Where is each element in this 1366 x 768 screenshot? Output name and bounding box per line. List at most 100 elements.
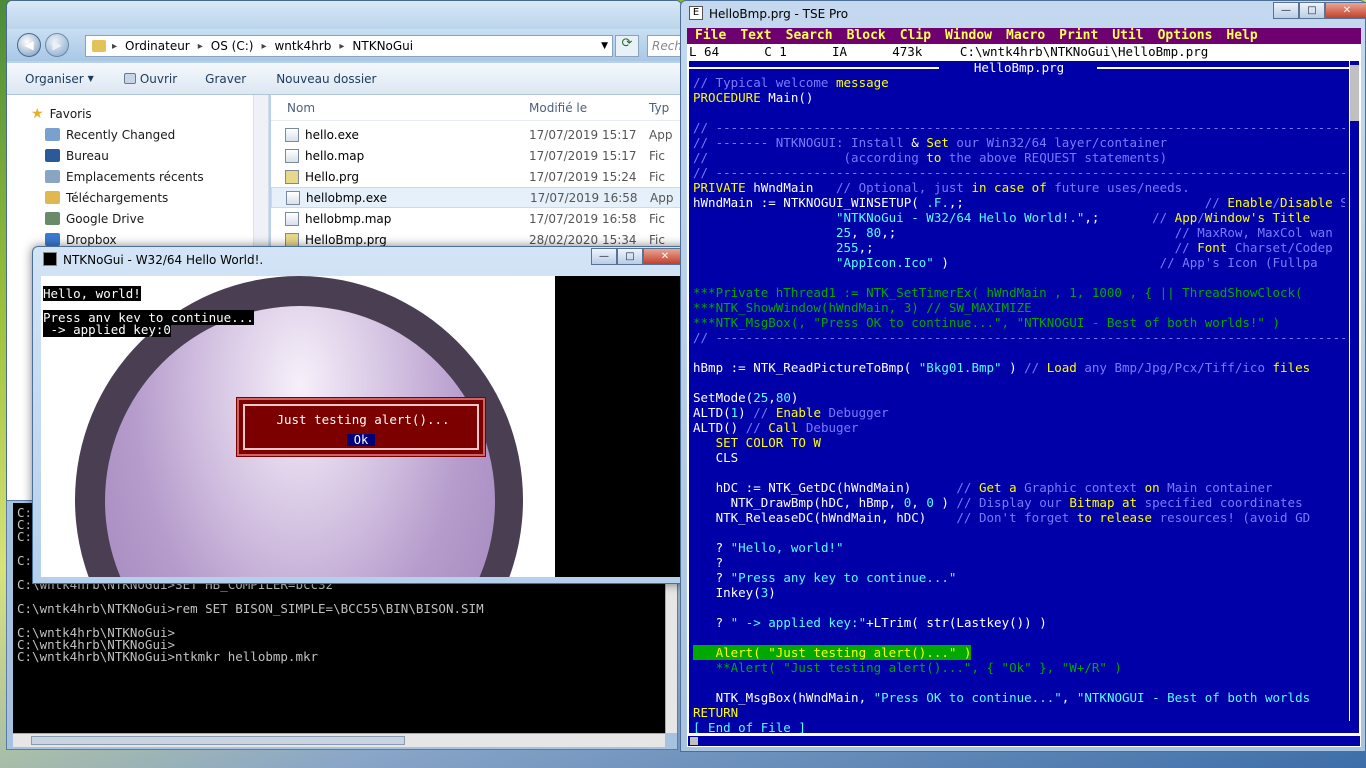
breadcrumb-computer[interactable]: Ordinateur (123, 39, 192, 53)
nav-item-bureau[interactable]: Bureau (7, 145, 268, 166)
file-row[interactable]: hello.exe 17/07/2019 15:17 App (271, 124, 681, 145)
column-modified[interactable]: Modifié le (529, 101, 649, 115)
nav-item-downloads[interactable]: Téléchargements (7, 187, 268, 208)
output-applied-key: -> applied key:0 (43, 322, 171, 337)
code-token: ) (1001, 360, 1025, 375)
breadcrumb-wntk4hrb[interactable]: wntk4hrb (272, 39, 333, 53)
chevron-right-icon: ▸ (112, 40, 118, 52)
code-line: "AppIcon.Ico" ) // App's Icon (Fullpa (693, 255, 1345, 270)
breadcrumb-drive[interactable]: OS (C:) (209, 39, 256, 53)
code-line: ALTD(1) // Enable Debugger (693, 405, 1345, 420)
code-token: Disable (1280, 195, 1333, 210)
organize-button[interactable]: Organiser ▼ (25, 72, 108, 86)
breadcrumb-ntknogui[interactable]: NTKNoGui (350, 39, 415, 53)
editor-file-name: HelloBmp.prg (967, 61, 1071, 75)
open-button[interactable]: Ouvrir (108, 72, 191, 86)
nav-label: Bureau (66, 148, 109, 163)
file-row[interactable]: hello.map 17/07/2019 15:17 Fic (271, 145, 681, 166)
code-token: ? (693, 555, 724, 570)
code-line: ? "Hello, world!" (693, 540, 1345, 555)
code-line: "NTKNoGui - W32/64 Hello World!.",; // A… (693, 210, 1345, 225)
refresh-icon[interactable]: ⟳ (615, 35, 639, 57)
code-line: 25, 80,; // MaxRow, MaxCol wan (693, 225, 1345, 240)
menu-macro[interactable]: Macro (1006, 28, 1059, 44)
code-line: ***NTK_ShowWindow(hWndMain, 3) // SW_MAX… (693, 300, 1345, 315)
console-hscroll[interactable] (13, 733, 665, 747)
menu-help[interactable]: Help (1226, 28, 1271, 44)
nav-label: Téléchargements (66, 190, 169, 205)
forward-arrow-icon[interactable]: ▶ (45, 33, 69, 57)
code-token: Set (926, 135, 949, 150)
new-folder-button[interactable]: Nouveau dossier (260, 72, 390, 86)
title-rule (689, 67, 939, 69)
back-arrow-icon[interactable]: ◀ (17, 33, 41, 57)
column-type[interactable]: Typ (649, 101, 669, 115)
code-token: // Optional, just (836, 180, 972, 195)
code-token: App (1174, 210, 1198, 225)
ntk-client-area: Hello, world! Press any key to continue.… (41, 276, 683, 577)
code-token: ) (933, 495, 957, 510)
menu-file[interactable]: File (695, 28, 740, 44)
minimize-button[interactable]: — (1273, 2, 1299, 19)
code-token: .F. (926, 195, 949, 210)
scroll-thumb[interactable] (31, 736, 405, 745)
code-editor[interactable]: HelloBmp.prg // Typical welcome message P… (687, 59, 1361, 735)
menu-options[interactable]: Options (1158, 28, 1227, 44)
file-row-selected[interactable]: hellobmp.exe 17/07/2019 16:58 App (271, 187, 681, 208)
menu-text[interactable]: Text (740, 28, 785, 44)
maximize-button[interactable]: □ (617, 248, 643, 265)
code-token: "NTKNoGui - W32/64 Hello World!." (836, 210, 1085, 225)
nav-favorites[interactable]: ★ Favoris (7, 103, 268, 124)
downloads-folder-icon (45, 191, 60, 204)
code-token: Graphic context (1016, 480, 1145, 495)
tse-window-controls: — □ ✕ (1273, 2, 1366, 19)
code-token: 0 (926, 495, 934, 510)
file-row[interactable]: Hello.prg 17/07/2019 15:24 Fic (271, 166, 681, 187)
file-type: Fic (649, 169, 665, 184)
code-token: NTK_DrawBmp(hDC, hBmp, (693, 495, 904, 510)
code-token: SetMode( (693, 390, 754, 405)
code-token: ***NTK_MsgBox(, "Press OK to continue...… (693, 315, 1280, 330)
code-line: // -------------------------------------… (693, 330, 1345, 345)
alert-ok-button[interactable]: Ok (347, 434, 375, 446)
search-input[interactable]: Reche (647, 35, 681, 57)
address-input[interactable]: ▸ Ordinateur ▸ OS (C:) ▸ wntk4hrb ▸ NTKN… (85, 35, 613, 57)
menu-window[interactable]: Window (945, 28, 1006, 44)
editor-hscroll[interactable] (687, 735, 1361, 747)
exe-file-icon (285, 127, 299, 142)
explorer-toolbar: Organiser ▼ Ouvrir Graver Nouveau dossier (7, 63, 681, 95)
code-token: any Bmp/Jpg/Pcx/Tiff/ico (1076, 360, 1273, 375)
file-type: Fic (649, 211, 665, 226)
output-hello: Hello, world! (43, 286, 141, 301)
code-token: specified coordinates (1137, 495, 1303, 510)
code-token: Get a (978, 480, 1017, 495)
scroll-thumb[interactable] (1350, 65, 1359, 121)
code-token: "NTKNOGUI - Best of both worlds (1076, 690, 1311, 705)
file-date: 17/07/2019 15:17 (529, 127, 637, 142)
code-token: ***Private hThread1 := NTK_SetTimerEx( h… (693, 285, 1303, 300)
menu-util[interactable]: Util (1112, 28, 1157, 44)
nav-item-google-drive[interactable]: Google Drive (7, 208, 268, 229)
editor-vscroll[interactable] (1349, 61, 1359, 721)
file-row[interactable]: hellobmp.map 17/07/2019 16:58 Fic (271, 208, 681, 229)
code-token: , (911, 495, 927, 510)
chevron-down-icon: ▼ (87, 74, 94, 83)
minimize-button[interactable]: — (591, 248, 617, 265)
code-token: & (911, 135, 919, 150)
scroll-thumb[interactable] (690, 737, 698, 745)
menu-block[interactable]: Block (847, 28, 900, 44)
column-name[interactable]: Nom (271, 101, 529, 115)
menu-print[interactable]: Print (1059, 28, 1112, 44)
close-button[interactable]: ✕ (1325, 2, 1366, 19)
nav-item-recent-places[interactable]: Emplacements récents (7, 166, 268, 187)
code-line: CLS (693, 450, 1345, 465)
code-line: PROCEDURE Main() (693, 90, 1345, 105)
chevron-down-icon[interactable]: ▼ (601, 41, 612, 51)
maximize-button[interactable]: □ (1299, 2, 1325, 19)
menu-search[interactable]: Search (786, 28, 847, 44)
file-type: App (649, 127, 673, 142)
code-token: // (745, 420, 769, 435)
nav-item-recently-changed[interactable]: Recently Changed (7, 124, 268, 145)
menu-clip[interactable]: Clip (900, 28, 945, 44)
burn-button[interactable]: Graver (191, 72, 260, 86)
